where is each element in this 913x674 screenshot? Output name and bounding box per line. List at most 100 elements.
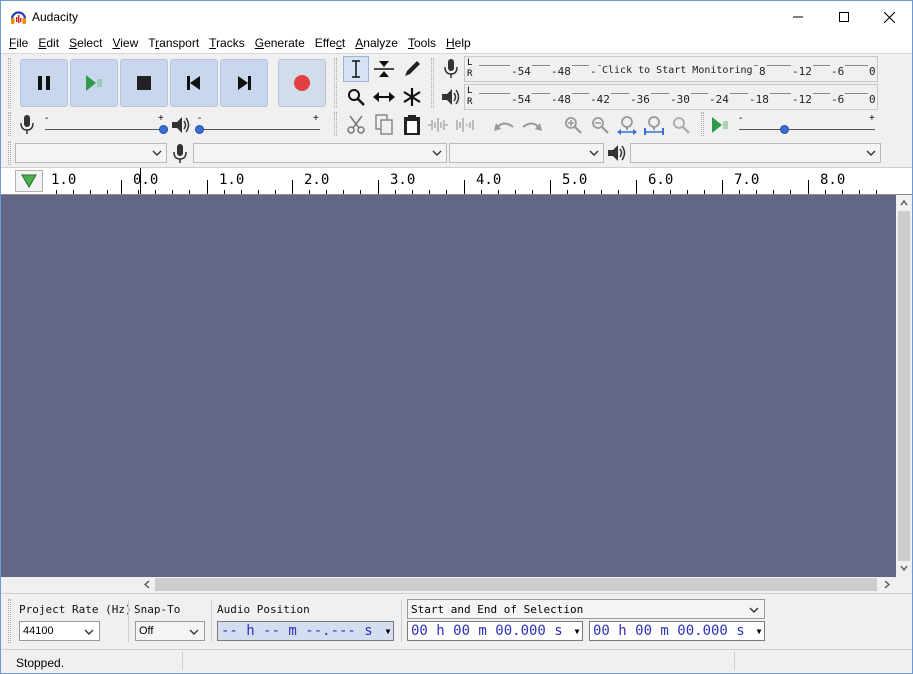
chevron-down-icon[interactable]: ▼ <box>573 625 581 637</box>
audacity-logo-icon <box>10 11 27 24</box>
record-meter-button[interactable] <box>438 56 464 82</box>
playback-device-select[interactable] <box>630 143 881 163</box>
fit-project-button[interactable] <box>641 112 667 138</box>
chevron-down-icon[interactable]: ▼ <box>755 625 763 637</box>
record-button[interactable] <box>278 59 326 107</box>
skip-to-end-button[interactable] <box>220 59 268 107</box>
timeline-options-button[interactable] <box>15 170 43 192</box>
vertical-scroll-thumb[interactable] <box>898 211 910 561</box>
minimize-button[interactable] <box>775 1 821 33</box>
selection-toolbar-grip[interactable] <box>8 599 11 643</box>
play-speed-thumb[interactable] <box>780 125 789 134</box>
snap-to-select[interactable]: Off <box>135 621 205 641</box>
horizontal-scroll-thumb[interactable] <box>155 578 877 591</box>
fit-selection-button[interactable] <box>614 112 640 138</box>
draw-tool-button[interactable] <box>399 56 425 82</box>
ruler-minor-tick <box>395 190 396 194</box>
record-meter-prompt[interactable]: Click to Start Monitoring <box>601 65 754 76</box>
playback-meter-tick: -30 <box>669 93 691 106</box>
meter-toolbar-grip[interactable] <box>431 58 434 108</box>
ruler-minor-tick <box>704 190 705 194</box>
record-meter[interactable]: LR -54 -48 - Click to Start Monitoring 8… <box>464 56 878 82</box>
time-shift-tool-button[interactable] <box>371 84 397 110</box>
menu-generate[interactable]: Generate <box>250 33 310 53</box>
envelope-tool-button[interactable] <box>371 56 397 82</box>
playback-device-icon <box>608 145 626 161</box>
record-volume-max: + <box>158 113 164 124</box>
selection-end-time[interactable]: 00 h 00 m 00.000 s ▼ <box>589 621 765 641</box>
scroll-down-icon[interactable] <box>900 565 908 571</box>
ruler-label: 3.0 <box>390 172 416 188</box>
record-volume-icon <box>20 115 34 134</box>
selection-start-time[interactable]: 00 h 00 m 00.000 s ▼ <box>407 621 583 641</box>
mixer-toolbar-grip[interactable] <box>8 112 11 136</box>
zoom-tool-button[interactable] <box>343 84 369 110</box>
silence-audio-icon <box>456 118 474 132</box>
audio-position-time[interactable]: -- h -- m --.--- s ▼ <box>217 621 394 641</box>
multi-tool-button[interactable] <box>399 84 425 110</box>
play-at-speed-button[interactable] <box>707 112 733 138</box>
horizontal-scrollbar[interactable] <box>139 577 896 592</box>
chevron-down-icon[interactable]: ▼ <box>384 625 392 637</box>
selection-tool-button[interactable] <box>343 56 369 82</box>
paste-button[interactable] <box>399 112 425 138</box>
record-volume-slider[interactable] <box>45 129 165 130</box>
play-button[interactable] <box>70 59 118 107</box>
play-at-speed-grip[interactable] <box>701 112 704 136</box>
ruler-minor-tick <box>90 190 91 194</box>
skip-to-end-icon <box>238 76 251 90</box>
scroll-up-icon[interactable] <box>900 200 908 206</box>
ruler-label: 6.0 <box>648 172 674 188</box>
menu-select[interactable]: Select <box>64 33 107 53</box>
zoom-in-button[interactable] <box>560 112 586 138</box>
play-icon <box>86 75 102 91</box>
menu-edit[interactable]: Edit <box>33 33 64 53</box>
playback-volume-thumb[interactable] <box>195 125 204 134</box>
trim-button[interactable] <box>425 112 451 138</box>
playback-meter-button[interactable] <box>438 84 464 110</box>
close-button[interactable] <box>866 1 912 33</box>
stop-button[interactable] <box>120 59 168 107</box>
copy-button[interactable] <box>371 112 397 138</box>
silence-button[interactable] <box>453 112 479 138</box>
menu-effect[interactable]: Effect <box>310 33 350 53</box>
recording-device-icon <box>173 144 187 163</box>
project-rate-select[interactable]: 44100 <box>19 621 100 641</box>
menu-analyze[interactable]: Analyze <box>350 33 403 53</box>
recording-device-select[interactable] <box>193 143 447 163</box>
menu-view[interactable]: View <box>107 33 143 53</box>
menu-tracks[interactable]: Tracks <box>204 33 250 53</box>
vertical-scrollbar[interactable] <box>896 195 912 577</box>
transport-toolbar-grip[interactable] <box>8 58 11 108</box>
ruler-minor-tick <box>859 190 860 194</box>
pause-button[interactable] <box>20 59 68 107</box>
play-speed-slider[interactable] <box>739 129 875 130</box>
track-area[interactable] <box>1 195 896 577</box>
playback-meter[interactable]: LR -54 -48 -42 -36 -30 -24 -18 -12 -6 0 <box>464 84 878 110</box>
edit-toolbar-grip[interactable] <box>334 112 337 136</box>
fit-selection-icon <box>617 116 637 135</box>
menu-file[interactable]: File <box>4 33 33 53</box>
device-toolbar-grip[interactable] <box>8 141 11 165</box>
playback-volume-slider[interactable] <box>198 129 320 130</box>
selection-mode-select[interactable]: Start and End of Selection <box>407 599 765 619</box>
recording-channels-select[interactable] <box>449 143 604 163</box>
skip-to-start-button[interactable] <box>170 59 218 107</box>
redo-button[interactable] <box>519 112 545 138</box>
menu-help[interactable]: Help <box>441 33 476 53</box>
menu-tools[interactable]: Tools <box>403 33 441 53</box>
tools-toolbar-grip[interactable] <box>334 58 337 108</box>
record-volume-thumb[interactable] <box>159 125 168 134</box>
undo-button[interactable] <box>491 112 517 138</box>
cut-button[interactable] <box>343 112 369 138</box>
toolbar-area: LR -54 -48 - Click to Start Monitoring 8… <box>1 53 912 167</box>
scroll-left-icon[interactable] <box>144 580 150 589</box>
menu-transport[interactable]: Transport <box>143 33 204 53</box>
zoom-toggle-button[interactable] <box>668 112 694 138</box>
timeline-ruler[interactable]: 1.0 0.0 1.0 2.0 3.0 4.0 5.0 6.0 7.0 8.0 <box>1 167 912 195</box>
zoom-out-icon <box>592 117 609 134</box>
maximize-button[interactable] <box>821 1 867 33</box>
audio-host-select[interactable] <box>15 143 167 163</box>
zoom-out-button[interactable] <box>587 112 613 138</box>
scroll-right-icon[interactable] <box>884 580 890 589</box>
